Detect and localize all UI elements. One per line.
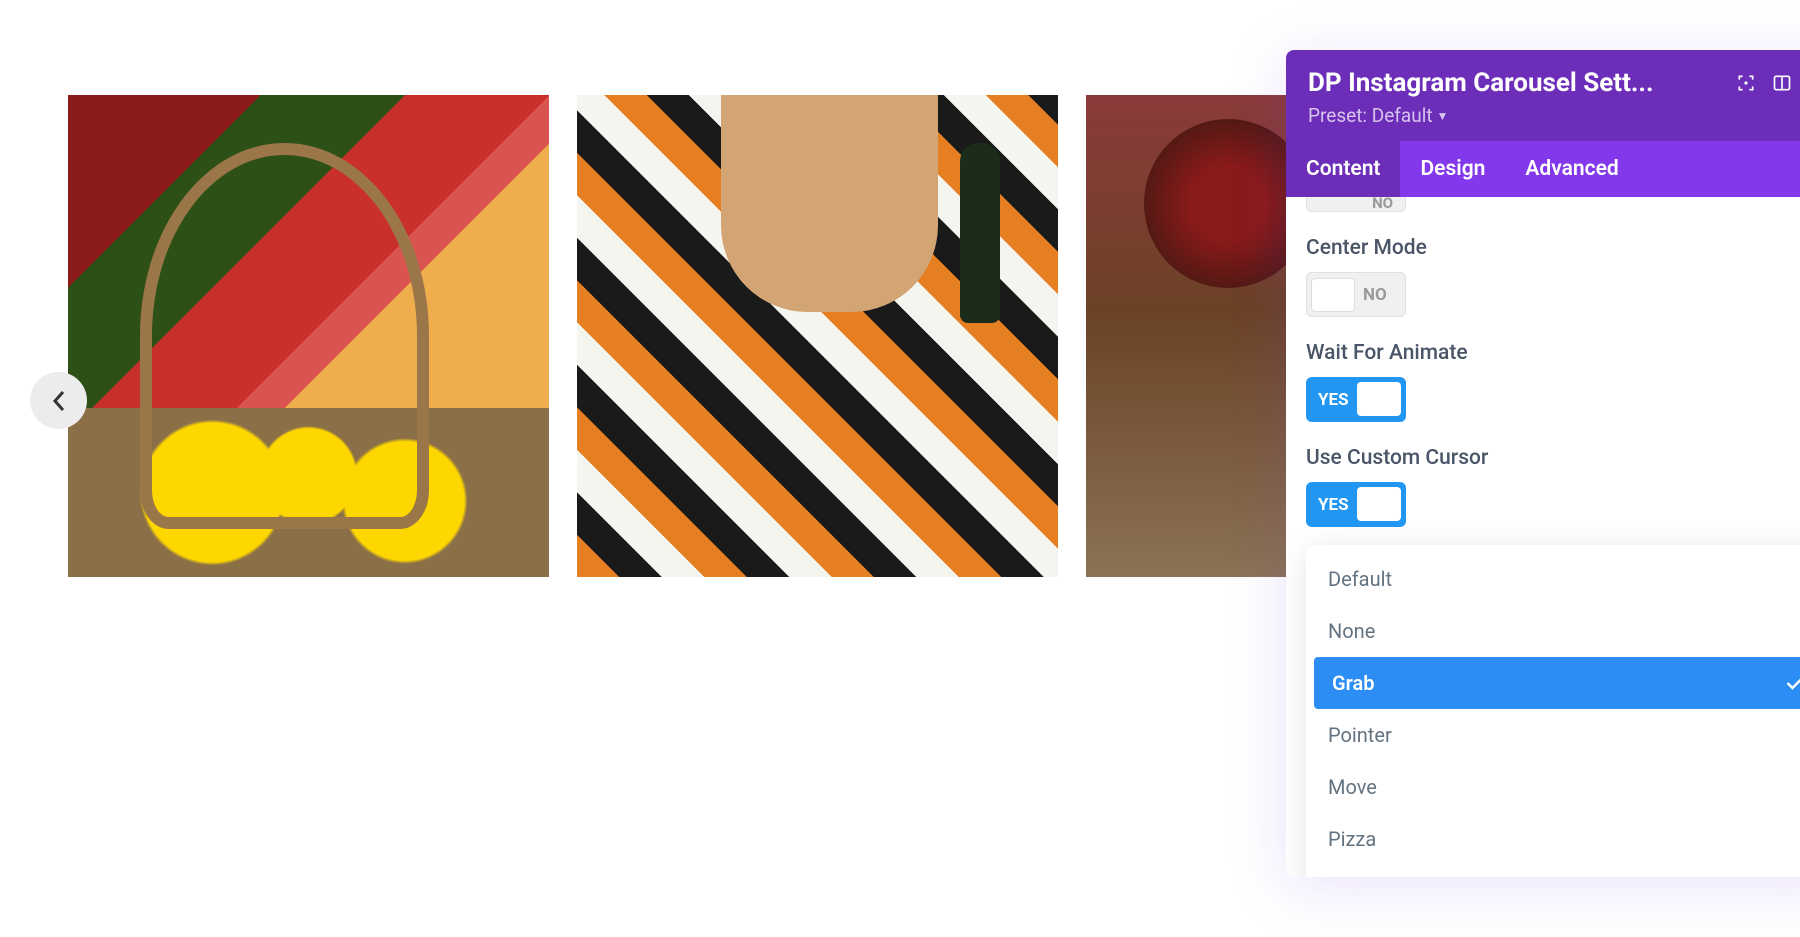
setting-use-custom-cursor: Use Custom Cursor YES [1306,446,1800,527]
panel-header: DP Instagram Carousel Sett... Preset: De… [1286,50,1800,141]
cursor-option-none[interactable]: None [1306,605,1800,657]
focus-icon[interactable] [1735,72,1757,94]
carousel-prev-button[interactable] [30,372,87,429]
cursor-dropdown: DefaultNoneGrabPointerMovePizzaBurger [1306,545,1800,877]
cursor-option-burger[interactable]: Burger [1306,865,1800,877]
setting-label: Use Custom Cursor [1306,446,1800,470]
toggle-knob [1311,278,1355,312]
settings-tabs: Content Design Advanced [1286,141,1800,197]
carousel-image[interactable] [68,95,549,577]
chevron-left-icon [52,390,66,412]
tab-design[interactable]: Design [1400,141,1505,197]
cursor-option-pizza[interactable]: Pizza [1306,813,1800,865]
panel-body: NO Center Mode NO Wait For Animate YES U… [1286,197,1800,877]
preset-label: Preset: Default [1308,104,1433,127]
toggle-use-custom-cursor[interactable]: YES [1306,482,1406,527]
cursor-option-default[interactable]: Default [1306,553,1800,605]
check-icon [1785,675,1800,691]
setting-wait-for-animate: Wait For Animate YES [1306,341,1800,422]
responsive-icon[interactable] [1771,72,1793,94]
cursor-option-move[interactable]: Move [1306,761,1800,813]
settings-panel: DP Instagram Carousel Sett... Preset: De… [1286,50,1800,877]
cursor-option-pointer[interactable]: Pointer [1306,709,1800,761]
toggle-wait-for-animate[interactable]: YES [1306,377,1406,422]
toggle-knob [1357,487,1401,521]
setting-label: Wait For Animate [1306,341,1800,365]
tab-content[interactable]: Content [1286,141,1400,197]
toggle-partial[interactable]: NO [1306,197,1406,212]
carousel-image[interactable] [577,95,1058,577]
toggle-knob [1357,382,1401,416]
setting-center-mode: Center Mode NO [1306,236,1800,317]
tab-advanced[interactable]: Advanced [1505,141,1638,197]
preset-selector[interactable]: Preset: Default ▼ [1308,104,1800,127]
caret-down-icon: ▼ [1437,109,1449,123]
panel-title: DP Instagram Carousel Sett... [1308,68,1721,98]
toggle-center-mode[interactable]: NO [1306,272,1406,317]
setting-label: Center Mode [1306,236,1800,260]
cursor-option-grab[interactable]: Grab [1314,657,1800,709]
